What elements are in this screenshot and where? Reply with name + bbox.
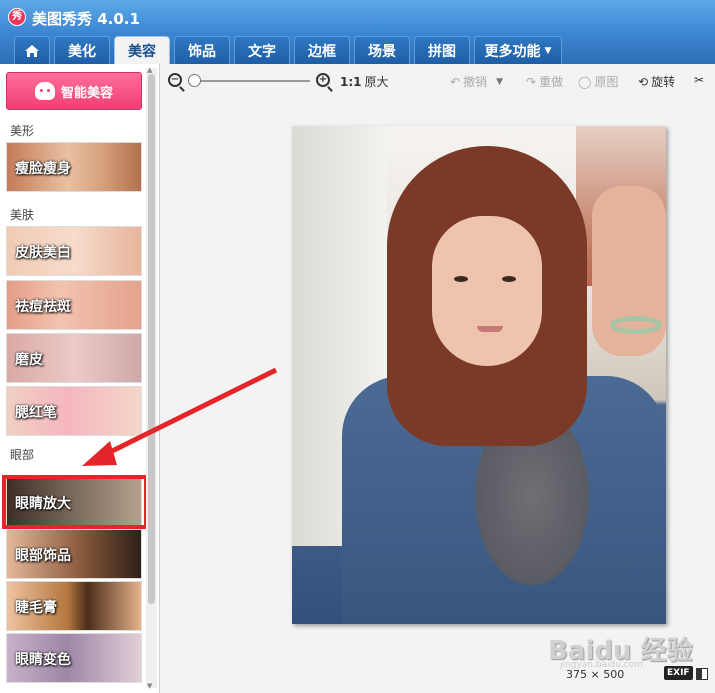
photo-mouth: [477, 326, 503, 332]
zoom-slider-track[interactable]: [192, 80, 310, 82]
original-size-button[interactable]: 1:1 原大: [340, 73, 389, 90]
app-logo-icon: 秀: [8, 8, 26, 26]
tab-beauty[interactable]: 美容: [114, 36, 170, 64]
tab-text[interactable]: 文字: [234, 36, 290, 64]
image-toolbar: − + 1:1 原大 ↶ 撤销 ▼ ↷ 重做 ◯ 原图 ⟲ 旋转 ✂: [160, 64, 715, 98]
undo-icon: ↶: [450, 74, 461, 89]
redo-button[interactable]: ↷ 重做: [526, 73, 563, 90]
zoom-out-icon: −: [168, 73, 182, 87]
tab-border[interactable]: 边框: [294, 36, 350, 64]
tab-collage[interactable]: 拼图: [414, 36, 470, 64]
smart-beauty-button[interactable]: 智能美容: [6, 72, 142, 110]
zoom-in-icon: +: [316, 73, 330, 87]
tab-more-label: 更多功能: [484, 43, 541, 60]
sidebar-item-eye-color[interactable]: 眼睛变色: [6, 633, 142, 683]
status-bar: 375 × 500 EXIF: [560, 666, 715, 686]
tab-scene[interactable]: 场景: [354, 36, 410, 64]
window-title: 美图秀秀 4.0.1: [32, 10, 140, 28]
rotate-button[interactable]: ⟲ 旋转: [638, 73, 675, 90]
sidebar-item-label: 瘦脸瘦身: [15, 161, 71, 177]
sidebar-item-skin-whitening[interactable]: 皮肤美白: [6, 226, 142, 276]
sidebar-item-label: 磨皮: [15, 352, 43, 368]
section-skin-label: 美肤: [10, 208, 35, 222]
main-tab-bar: 美化 美容 饰品 文字 边框 场景 拼图 更多功能 ▼: [0, 34, 715, 64]
photo-left-eye: [454, 276, 468, 282]
smart-beauty-label: 智能美容: [60, 85, 113, 101]
crop-button[interactable]: ✂: [694, 73, 704, 87]
exif-button[interactable]: EXIF: [664, 666, 693, 680]
tab-accessories[interactable]: 饰品: [174, 36, 230, 64]
smart-face-icon: [34, 82, 55, 100]
sidebar-item-label: 腮红笔: [15, 405, 57, 421]
section-shape-label: 美形: [10, 124, 35, 138]
home-tab[interactable]: [14, 36, 50, 64]
photo-jade-bangle: [610, 316, 662, 334]
view-original-button[interactable]: ◯ 原图: [578, 73, 618, 90]
rotate-label: 旋转: [651, 75, 676, 89]
sidebar-item-acne-removal[interactable]: 祛痘祛斑: [6, 280, 142, 330]
sidebar-item-label: 皮肤美白: [15, 245, 71, 261]
view-original-label: 原图: [594, 75, 619, 89]
sidebar-item-slim-face[interactable]: 瘦脸瘦身: [6, 142, 142, 192]
undo-button[interactable]: ↶ 撤销 ▼: [450, 73, 503, 90]
sidebar-item-mascara[interactable]: 睫毛膏: [6, 581, 142, 631]
redo-icon: ↷: [526, 74, 537, 89]
beauty-sidebar: 智能美容 美形 瘦脸瘦身 美肤 皮肤美白 祛痘祛斑 磨皮 腮红笔 眼部 眼睛放大…: [0, 64, 160, 693]
zoom-out-button[interactable]: −: [168, 73, 182, 87]
sidebar-item-skin-smoothing[interactable]: 磨皮: [6, 333, 142, 383]
scroll-up-arrow-icon[interactable]: ▲: [147, 66, 152, 74]
scroll-down-arrow-icon[interactable]: ▼: [147, 682, 152, 690]
chevron-down-icon: ▼: [544, 45, 552, 56]
sidebar-item-eye-accessories[interactable]: 眼部饰品: [6, 529, 142, 579]
undo-dropdown-icon[interactable]: ▼: [496, 77, 503, 87]
rotate-icon: ⟲: [638, 74, 649, 89]
zoom-in-button[interactable]: +: [316, 73, 330, 87]
image-dimensions: 375 × 500: [566, 668, 625, 681]
sidebar-item-label: 祛痘祛斑: [15, 299, 71, 315]
zoom-slider-handle[interactable]: [188, 74, 201, 87]
photo-canvas[interactable]: [292, 126, 666, 624]
title-bar: 秀 美图秀秀 4.0.1: [0, 0, 715, 34]
photo-face: [432, 216, 542, 366]
original-icon: ◯: [578, 74, 592, 89]
scrollbar-thumb[interactable]: [148, 74, 155, 604]
photo-right-eye: [502, 276, 516, 282]
redo-label: 重做: [539, 75, 564, 89]
compare-icon[interactable]: [696, 668, 708, 680]
sidebar-scrollbar[interactable]: ▲ ▼: [146, 66, 157, 690]
undo-label: 撤销: [463, 75, 488, 89]
sidebar-item-label: 眼睛变色: [15, 652, 71, 668]
original-size-label: 原大: [364, 75, 389, 89]
tab-beautify[interactable]: 美化: [54, 36, 110, 64]
sidebar-item-label: 睫毛膏: [15, 600, 57, 616]
sidebar-item-label: 眼部饰品: [15, 548, 71, 564]
ratio-label: 1:1: [340, 74, 362, 89]
sidebar-item-blush-brush[interactable]: 腮红笔: [6, 386, 142, 436]
section-eyes-label: 眼部: [10, 448, 35, 462]
tab-more-features[interactable]: 更多功能 ▼: [474, 36, 562, 64]
highlight-annotation-box: [2, 475, 148, 529]
scissors-icon: ✂: [694, 73, 705, 87]
home-icon: [25, 44, 39, 57]
